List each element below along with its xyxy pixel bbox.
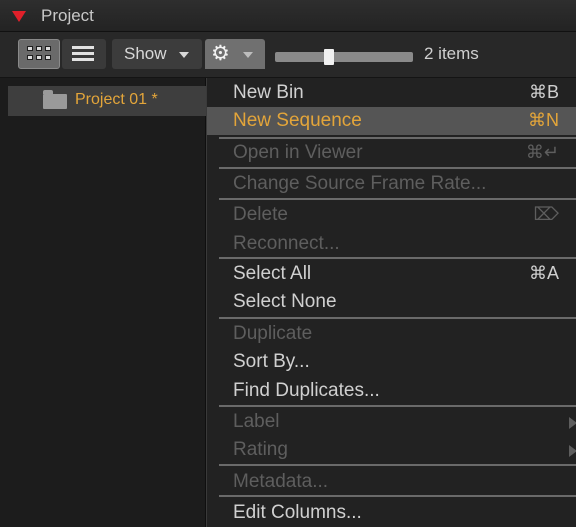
menu-item-duplicate[interactable]: Duplicate xyxy=(207,320,576,348)
zoom-slider-thumb[interactable] xyxy=(323,49,334,65)
collapse-triangle-icon[interactable] xyxy=(12,11,26,22)
list-view-icon-line xyxy=(72,58,94,61)
project-browser: Project 01 * xyxy=(0,78,206,527)
menu-item-label: Rating xyxy=(233,439,288,460)
folder-icon xyxy=(43,90,67,109)
menu-item-delete[interactable]: Delete ⌦ xyxy=(207,201,576,229)
menu-item-sort-by[interactable]: Sort By... xyxy=(207,348,576,376)
menu-separator xyxy=(219,464,576,466)
menu-item-select-all[interactable]: Select All ⌘A xyxy=(207,260,576,288)
action-menu-button[interactable]: ⚙ xyxy=(205,39,265,69)
project-row[interactable]: Project 01 * xyxy=(8,86,206,116)
menu-item-shortcut: ⌘A xyxy=(528,263,559,283)
items-count: 2 items xyxy=(424,44,479,63)
menu-item-label: Sort By... xyxy=(233,351,310,372)
show-label: Show xyxy=(124,44,167,63)
submenu-arrow-icon xyxy=(569,417,576,429)
grid-view-icon-cell xyxy=(36,46,42,51)
chevron-down-icon xyxy=(179,52,189,58)
list-view-icon-line xyxy=(72,52,94,55)
menu-item-reconnect[interactable]: Reconnect... xyxy=(207,230,576,258)
gear-icon: ⚙ xyxy=(211,42,230,65)
menu-item-label: Change Source Frame Rate... xyxy=(233,173,487,194)
menu-item-label: Open in Viewer xyxy=(233,142,363,163)
menu-item-metadata[interactable]: Metadata... xyxy=(207,468,576,496)
menu-item-change-source-frame-rate[interactable]: Change Source Frame Rate... xyxy=(207,170,576,198)
menu-item-label: Select None xyxy=(233,291,337,312)
menu-item-label: Reconnect... xyxy=(233,233,340,254)
grid-view-icon-cell xyxy=(45,55,51,60)
project-name: Project 01 * xyxy=(75,91,158,108)
menu-item-new-bin[interactable]: New Bin ⌘B xyxy=(207,79,576,107)
context-menu: New Bin ⌘B New Sequence ⌘N Open in Viewe… xyxy=(206,78,576,527)
grid-view-icon xyxy=(27,46,33,51)
menu-separator xyxy=(219,257,576,259)
menu-item-label: Select All xyxy=(233,263,312,284)
menu-item-shortcut: ⌘B xyxy=(528,82,559,102)
menu-separator xyxy=(219,317,576,319)
submenu-arrow-icon xyxy=(569,445,576,457)
menu-item-label: New Bin xyxy=(233,82,304,103)
grid-view-icon-cell xyxy=(27,55,33,60)
menu-separator xyxy=(219,198,576,200)
menu-item-label: New Sequence xyxy=(233,110,362,131)
menu-separator xyxy=(219,167,576,169)
toolbar: Show ⚙ 2 items xyxy=(0,32,576,78)
window-title: Project xyxy=(41,6,94,25)
menu-item-edit-columns[interactable]: Edit Columns... xyxy=(207,499,576,527)
menu-item-label-submenu[interactable]: Label xyxy=(207,408,576,436)
menu-item-label: Edit Columns... xyxy=(233,502,362,523)
menu-item-label: Label xyxy=(233,411,280,432)
menu-separator xyxy=(219,405,576,407)
menu-item-label: Metadata... xyxy=(233,471,329,492)
title-bar: Project xyxy=(0,0,576,32)
menu-item-shortcut: ⌘N xyxy=(528,110,559,130)
chevron-down-icon xyxy=(243,52,253,58)
menu-item-select-none[interactable]: Select None xyxy=(207,288,576,316)
menu-item-find-duplicates[interactable]: Find Duplicates... xyxy=(207,377,576,405)
menu-separator xyxy=(219,495,576,497)
zoom-slider[interactable] xyxy=(275,52,413,62)
menu-item-label: Duplicate xyxy=(233,323,313,344)
list-view-icon xyxy=(72,46,94,49)
menu-item-new-sequence[interactable]: New Sequence ⌘N xyxy=(207,107,576,135)
list-view-button[interactable] xyxy=(62,39,106,69)
grid-view-button[interactable] xyxy=(18,39,60,69)
grid-view-icon-cell xyxy=(36,55,42,60)
menu-item-label: Find Duplicates... xyxy=(233,380,380,401)
menu-item-rating-submenu[interactable]: Rating xyxy=(207,436,576,464)
menu-item-label: Delete xyxy=(233,204,288,225)
show-dropdown-button[interactable]: Show xyxy=(112,39,202,69)
delete-icon: ⌦ xyxy=(533,204,559,224)
menu-item-open-in-viewer[interactable]: Open in Viewer ⌘↵ xyxy=(207,139,576,167)
grid-view-icon-cell xyxy=(45,46,51,51)
menu-item-shortcut: ⌘↵ xyxy=(525,142,559,162)
